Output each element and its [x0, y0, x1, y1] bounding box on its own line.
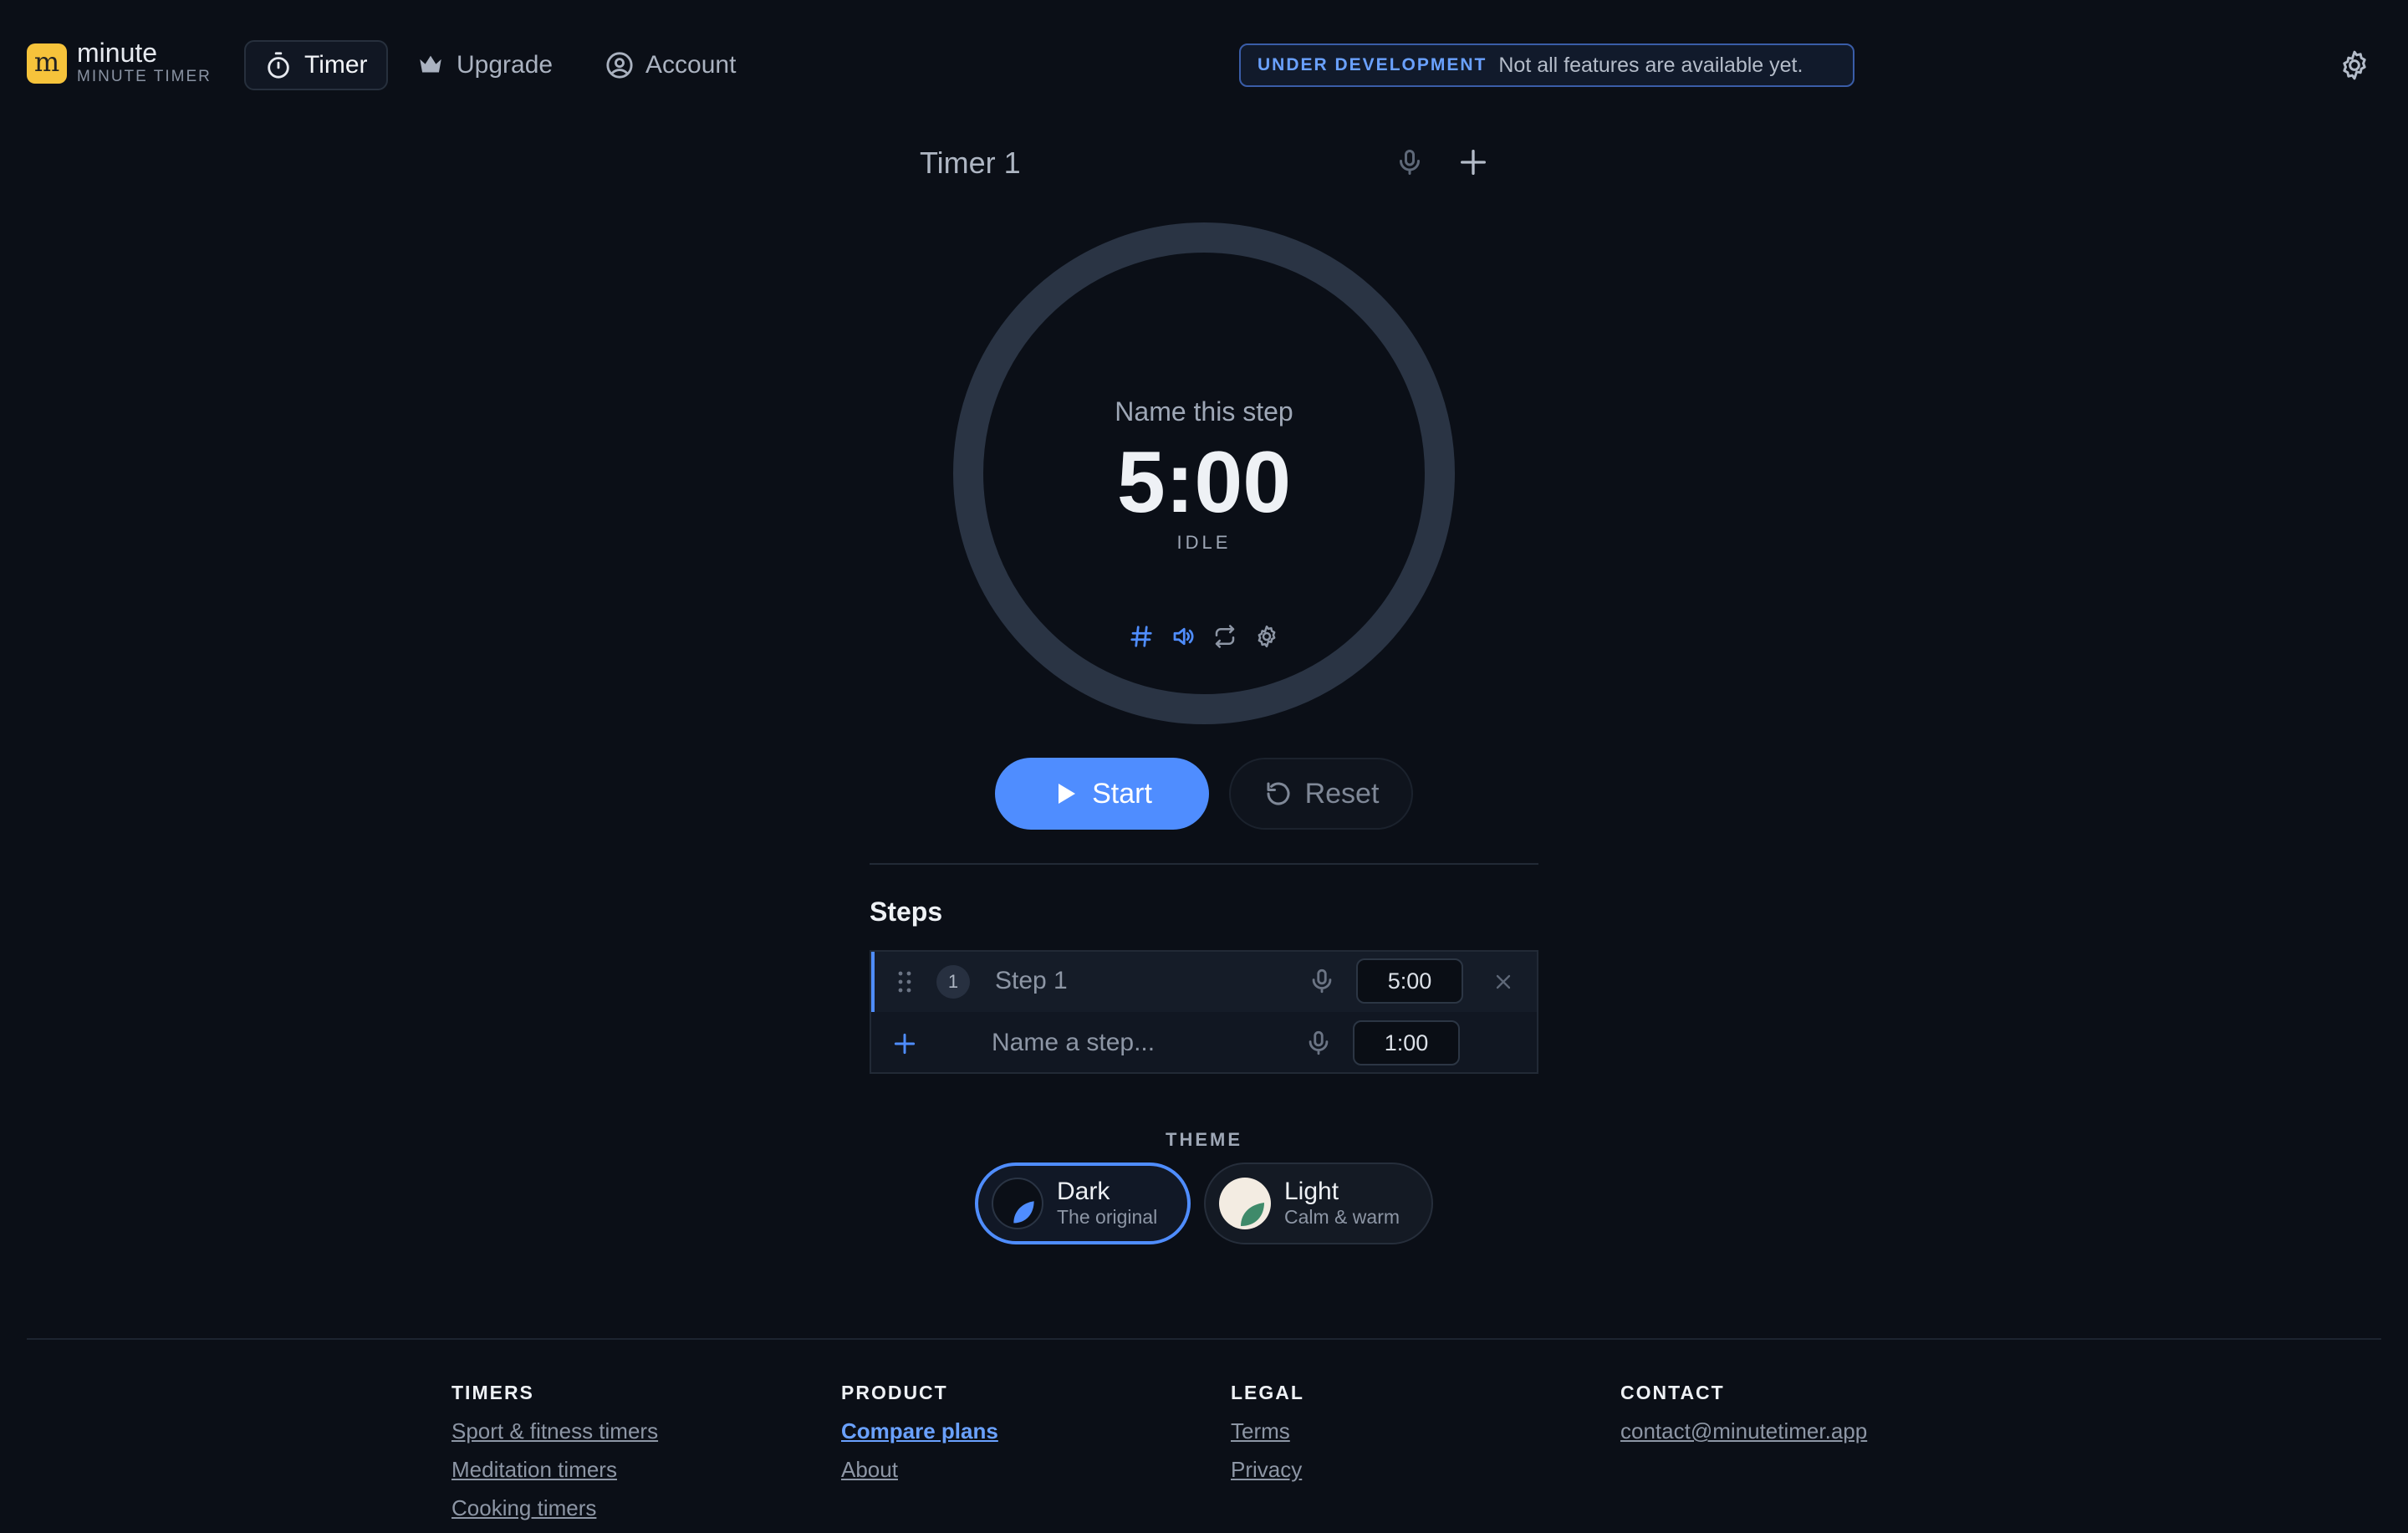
footer-col-product: PRODUCT Compare plans About — [841, 1382, 998, 1495]
play-icon — [1059, 784, 1076, 804]
user-circle-icon — [606, 52, 633, 79]
start-label: Start — [1092, 777, 1152, 810]
theme-light-name: Light — [1284, 1178, 1339, 1205]
theme-dark-option[interactable]: Dark The original — [975, 1163, 1191, 1244]
microphone-icon[interactable] — [1395, 147, 1425, 177]
nav-upgrade[interactable]: Upgrade — [398, 40, 571, 90]
nav-timer[interactable]: Timer — [244, 40, 388, 90]
theme-dark-name: Dark — [1057, 1178, 1110, 1205]
light-theme-swatch-icon — [1219, 1178, 1271, 1229]
reset-button[interactable]: Reset — [1229, 758, 1413, 830]
drag-handle-icon[interactable] — [896, 970, 913, 994]
footer-divider — [27, 1338, 2381, 1340]
step-settings-gear-icon[interactable] — [1254, 624, 1279, 649]
brand-name: minute — [77, 38, 158, 68]
new-step-name-input[interactable]: Name a step... — [992, 1029, 1155, 1057]
timer-title[interactable]: Timer 1 — [920, 146, 1021, 181]
crown-icon — [420, 55, 441, 73]
theme-light-sub: Calm & warm — [1284, 1206, 1400, 1228]
stopwatch-icon — [268, 52, 289, 79]
time-display: 5:00 — [1116, 434, 1292, 531]
nav-account[interactable]: Account — [587, 40, 754, 90]
dev-banner: UNDER DEVELOPMENT Not all features are a… — [1239, 43, 1854, 87]
new-step-duration-input[interactable]: 1:00 — [1353, 1020, 1460, 1065]
new-step-microphone-icon[interactable] — [1304, 1029, 1333, 1057]
footer-link[interactable]: About — [841, 1456, 998, 1483]
hash-icon[interactable] — [1129, 624, 1154, 649]
dial-toolbar — [1129, 624, 1279, 649]
reset-icon — [1267, 782, 1290, 805]
footer-heading: TIMERS — [452, 1382, 534, 1403]
footer-col-timers: TIMERS Sport & fitness timers Meditation… — [452, 1382, 658, 1533]
current-step-name[interactable]: Name this step — [953, 396, 1455, 427]
step-microphone-icon[interactable] — [1308, 967, 1336, 995]
steps-list: 1 Step 1 5:00 Name a step... 1:00 — [870, 950, 1538, 1074]
nav-account-label: Account — [645, 51, 737, 79]
footer-col-legal: LEGAL Terms Privacy — [1231, 1382, 1304, 1495]
theme-light-option[interactable]: Light Calm & warm — [1204, 1163, 1433, 1244]
nav-timer-label: Timer — [304, 51, 368, 79]
footer-link[interactable]: contact@minutetimer.app — [1620, 1418, 1867, 1444]
theme-light-text: Light Calm & warm — [1284, 1178, 1400, 1229]
footer-col-contact: CONTACT contact@minutetimer.app — [1620, 1382, 1867, 1456]
theme-dark-text: Dark The original — [1057, 1178, 1157, 1229]
start-button[interactable]: Start — [995, 758, 1209, 830]
brand-subtitle: MINUTE TIMER — [77, 68, 212, 85]
add-step-plus-icon[interactable] — [891, 1030, 918, 1057]
reset-label: Reset — [1304, 777, 1380, 810]
dev-banner-text: Not all features are available yet. — [1498, 53, 1803, 77]
timer-state: IDLE — [1176, 532, 1232, 553]
volume-icon[interactable] — [1171, 624, 1196, 649]
dark-theme-swatch-icon — [992, 1178, 1043, 1229]
footer-link[interactable]: Cooking timers — [452, 1495, 658, 1521]
footer-link[interactable]: Terms — [1231, 1418, 1304, 1444]
step-duration-input[interactable]: 5:00 — [1356, 958, 1463, 1004]
brand[interactable]: minute MINUTE TIMER — [77, 38, 212, 87]
step-number: 1 — [936, 965, 970, 999]
settings-gear-icon[interactable] — [2338, 49, 2371, 82]
divider — [870, 863, 1538, 865]
footer-link[interactable]: Sport & fitness timers — [452, 1418, 658, 1444]
footer-link[interactable]: Privacy — [1231, 1456, 1304, 1483]
nav-upgrade-label: Upgrade — [457, 51, 554, 79]
repeat-icon[interactable] — [1212, 624, 1237, 649]
step-name-input[interactable]: Step 1 — [995, 967, 1068, 995]
theme-label: THEME — [1166, 1129, 1242, 1150]
remove-step-close-icon[interactable] — [1492, 970, 1515, 994]
footer-heading: CONTACT — [1620, 1382, 1725, 1403]
footer-link[interactable]: Meditation timers — [452, 1456, 658, 1483]
footer-heading: LEGAL — [1231, 1382, 1304, 1403]
steps-heading: Steps — [870, 897, 943, 927]
footer-link[interactable]: Compare plans — [841, 1418, 998, 1444]
footer-heading: PRODUCT — [841, 1382, 948, 1403]
app-header: m minute MINUTE TIMER Timer Upgrade Acco… — [0, 0, 2408, 130]
add-timer-icon[interactable] — [1457, 146, 1490, 179]
theme-dark-sub: The original — [1057, 1206, 1158, 1228]
new-step-row: Name a step... 1:00 — [871, 1014, 1537, 1074]
dev-banner-tag: UNDER DEVELOPMENT — [1258, 55, 1487, 74]
logo-icon[interactable]: m — [27, 43, 67, 84]
step-row[interactable]: 1 Step 1 5:00 — [871, 952, 1537, 1012]
